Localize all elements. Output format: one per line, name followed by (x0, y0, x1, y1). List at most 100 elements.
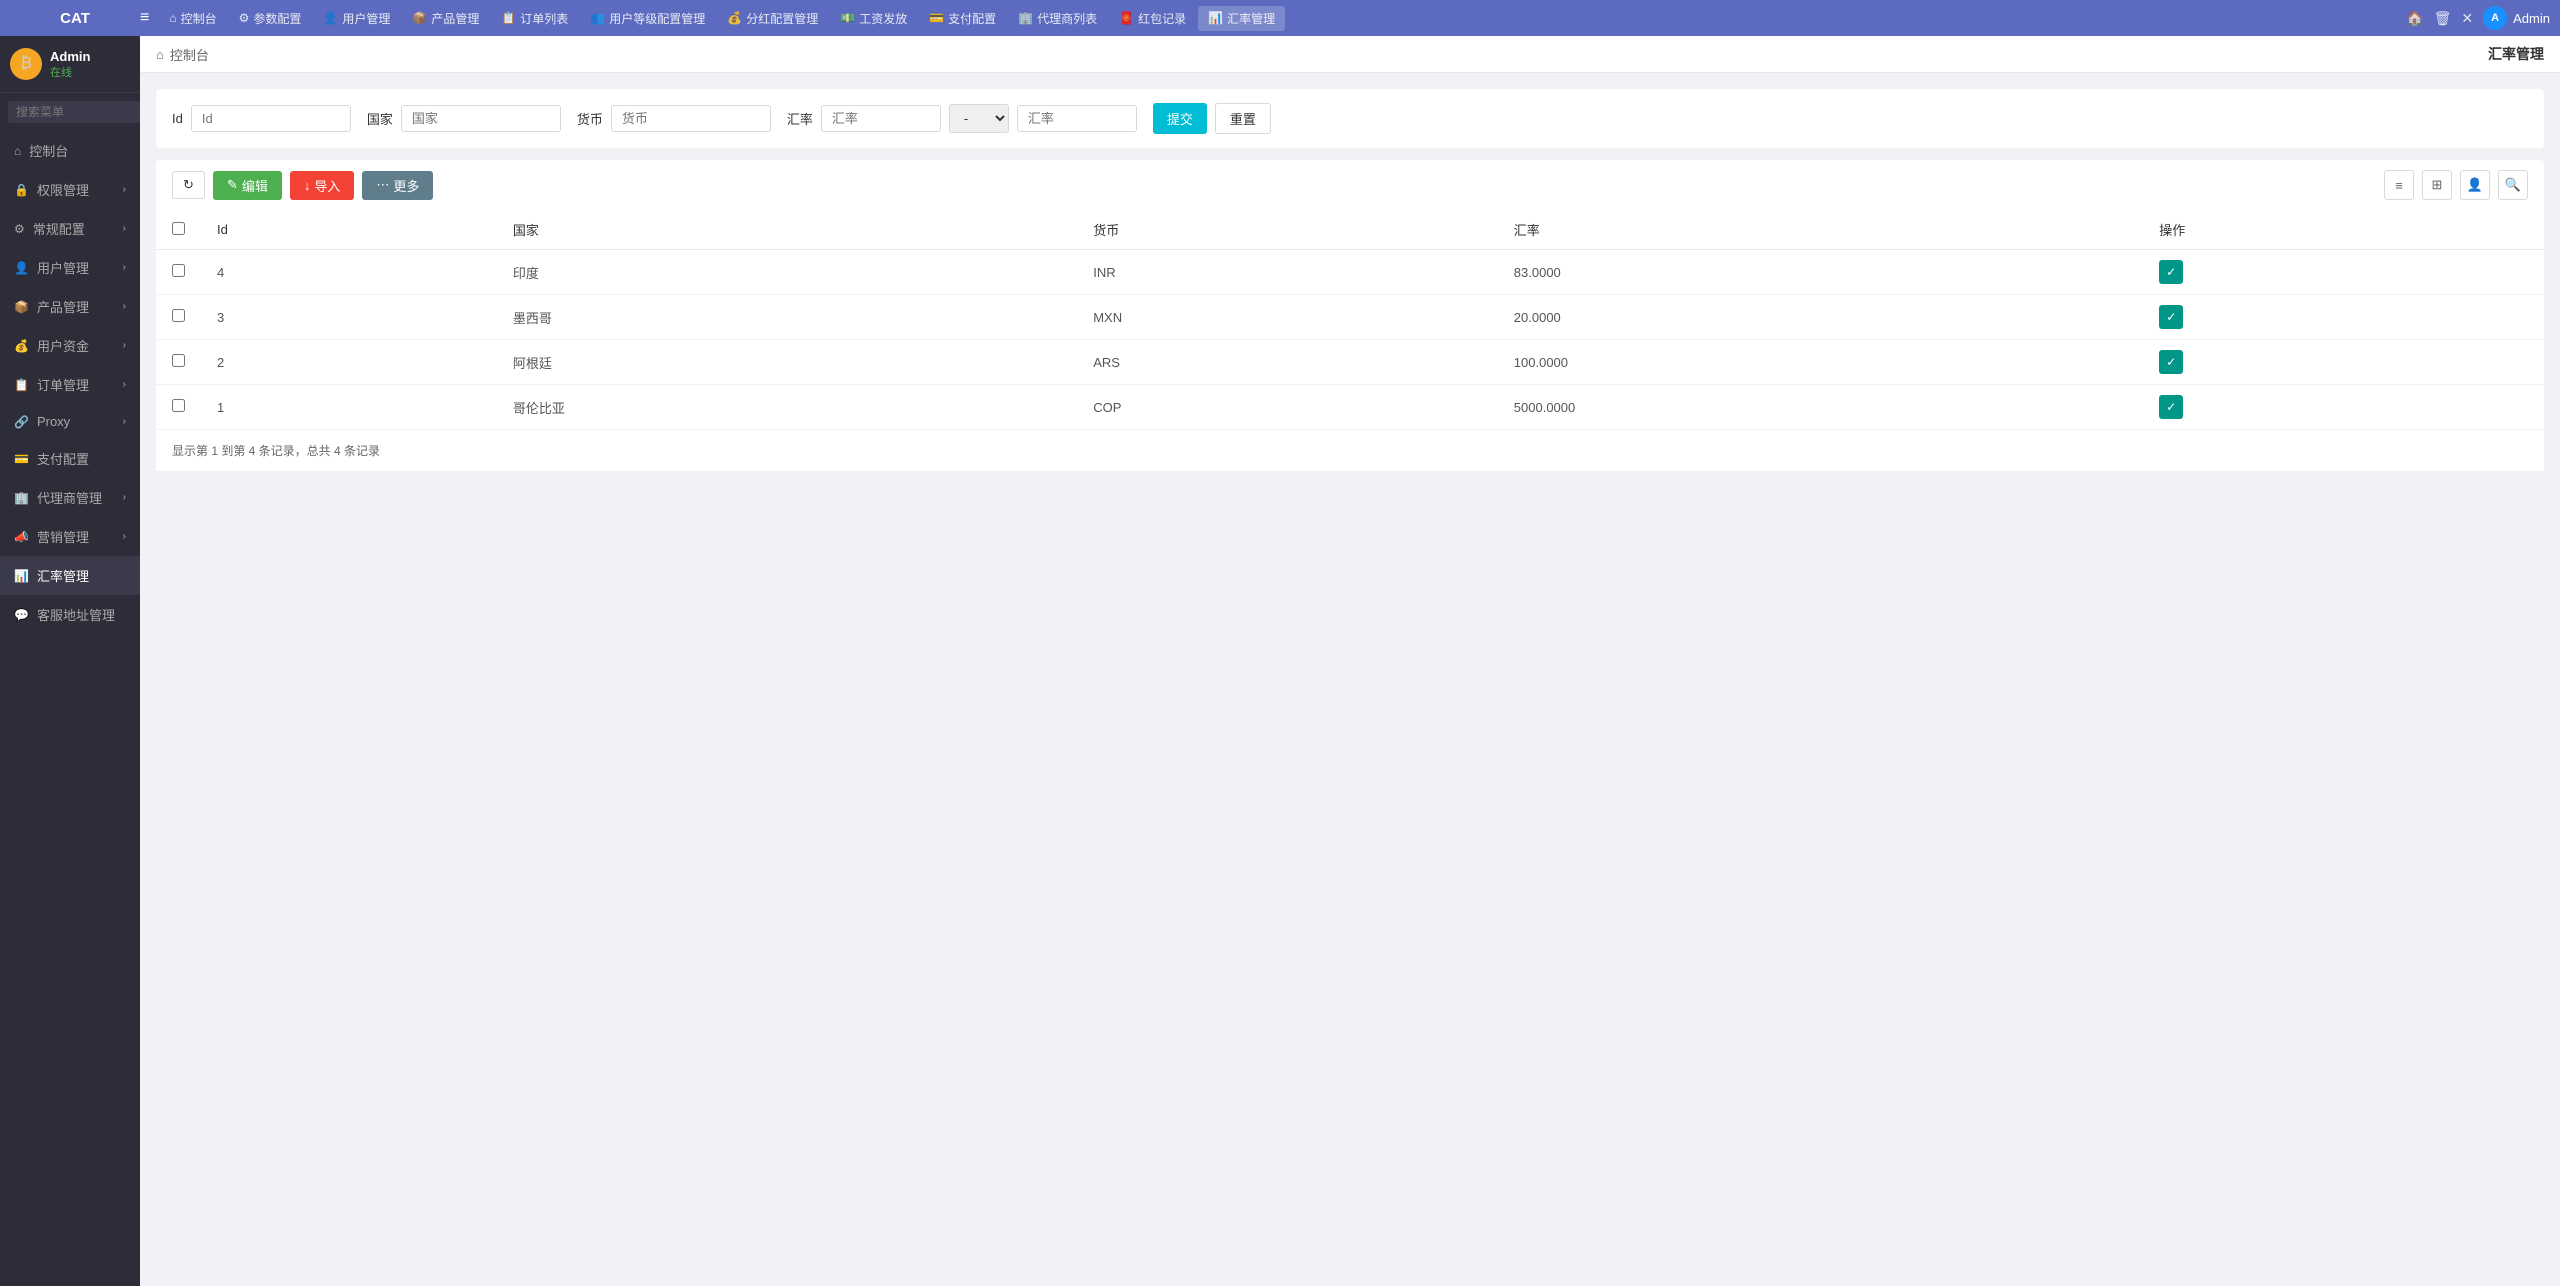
currency-input[interactable] (611, 105, 771, 132)
rate-operator-select[interactable]: - + = (949, 104, 1009, 133)
sidebar-user-info: Admin 在线 (50, 49, 90, 80)
reset-button[interactable]: 重置 (1215, 103, 1271, 134)
edit-icon: ✎ (227, 177, 238, 193)
more-button[interactable]: ⋯ 更多 (362, 171, 433, 200)
row-country: 墨西哥 (497, 295, 1077, 340)
filter-row: Id 国家 货币 汇率 - + = (156, 89, 2544, 148)
data-table: Id 国家 货币 汇率 操作 (156, 210, 2544, 429)
refresh-button[interactable]: ↻ (172, 171, 205, 199)
row-country: 阿根廷 (497, 340, 1077, 385)
app-brand: CAT (10, 10, 140, 27)
id-label: Id (172, 111, 183, 126)
row-edit-button[interactable]: ✓ (2159, 350, 2183, 374)
nav-item-redpacket[interactable]: 🧧 红包记录 (1109, 6, 1196, 31)
sidebar-item-customer-service[interactable]: 💬 客服地址管理 (0, 595, 140, 634)
nav-item-salary[interactable]: 💵 工资发放 (830, 6, 917, 31)
id-input[interactable] (191, 105, 351, 132)
search-input[interactable] (8, 101, 140, 123)
row-id: 4 (201, 250, 497, 295)
breadcrumb-bar: ⌂ 控制台 汇率管理 (140, 36, 2560, 73)
row-action: ✓ (2143, 295, 2544, 340)
nav-item-params[interactable]: ⚙ 参数配置 (229, 6, 312, 31)
chevron-right-icon: › (123, 340, 126, 351)
row-edit-button[interactable]: ✓ (2159, 260, 2183, 284)
submit-button[interactable]: 提交 (1153, 103, 1207, 134)
import-button[interactable]: ↓ 导入 (290, 171, 355, 200)
row-edit-button[interactable]: ✓ (2159, 305, 2183, 329)
dashboard-icon: ⌂ (14, 144, 21, 158)
order-icon: 📋 (14, 378, 29, 392)
filter-id: Id (172, 105, 351, 132)
sidebar-item-proxy[interactable]: 🔗 Proxy › (0, 404, 140, 439)
sidebar-item-agent-mgmt[interactable]: 🏢 代理商管理 › (0, 478, 140, 517)
nav-item-users[interactable]: 👤 用户管理 (313, 6, 400, 31)
nav-item-dividend[interactable]: 💰 分红配置管理 (717, 6, 828, 31)
sidebar-item-dashboard[interactable]: ⌂ 控制台 (0, 131, 140, 170)
sidebar-item-user-mgmt[interactable]: 👤 用户管理 › (0, 248, 140, 287)
admin-name: Admin (2513, 11, 2550, 26)
col-currency: 货币 (1077, 210, 1498, 250)
sidebar-item-exchange-rate[interactable]: 📊 汇率管理 (0, 556, 140, 595)
row-checkbox-col (156, 295, 201, 340)
row-checkbox[interactable] (172, 354, 185, 367)
product-icon: 📦 (14, 300, 29, 314)
rate-label: 汇率 (787, 109, 813, 128)
home-icon[interactable]: 🏠 (2406, 10, 2423, 27)
row-id: 1 (201, 385, 497, 430)
avatar: A (2483, 6, 2507, 30)
sidebar-item-user-funds[interactable]: 💰 用户资金 › (0, 326, 140, 365)
row-edit-button[interactable]: ✓ (2159, 395, 2183, 419)
row-checkbox[interactable] (172, 309, 185, 322)
col-country: 国家 (497, 210, 1077, 250)
select-all-checkbox[interactable] (172, 222, 185, 235)
permissions-icon: 🔒 (14, 183, 29, 197)
rate-input-end[interactable] (1017, 105, 1137, 132)
country-input[interactable] (401, 105, 561, 132)
chevron-right-icon: › (123, 223, 126, 234)
sidebar-item-marketing[interactable]: 📣 营销管理 › (0, 517, 140, 556)
col-id: Id (201, 210, 497, 250)
table-row: 2 阿根廷 ARS 100.0000 ✓ (156, 340, 2544, 385)
chevron-right-icon: › (123, 492, 126, 503)
sidebar-item-product-mgmt[interactable]: 📦 产品管理 › (0, 287, 140, 326)
payment-icon: 💳 (14, 452, 29, 466)
table-row: 3 墨西哥 MXN 20.0000 ✓ (156, 295, 2544, 340)
nav-toggle-icon[interactable]: ≡ (140, 9, 149, 27)
row-rate: 5000.0000 (1498, 385, 2143, 430)
table-container: Id 国家 货币 汇率 操作 (156, 210, 2544, 429)
proxy-icon: 🔗 (14, 415, 29, 429)
grid-view-button[interactable]: ⊞ (2422, 170, 2452, 200)
nav-item-level-config[interactable]: 👥 用户等级配置管理 (580, 6, 715, 31)
sidebar-status: 在线 (50, 64, 90, 80)
row-checkbox[interactable] (172, 264, 185, 277)
table-search-button[interactable]: 🔍 (2498, 170, 2528, 200)
list-view-button[interactable]: ≡ (2384, 170, 2414, 200)
edit-button[interactable]: ✎ 编辑 (213, 171, 282, 200)
nav-item-dashboard[interactable]: ⌂ 控制台 (159, 6, 226, 31)
rate-input[interactable] (821, 105, 941, 132)
sidebar-item-general-config[interactable]: ⚙ 常规配置 › (0, 209, 140, 248)
row-checkbox[interactable] (172, 399, 185, 412)
page-content: Id 国家 货币 汇率 - + = (140, 73, 2560, 1286)
delete-icon[interactable]: 🗑 (2434, 10, 2452, 27)
row-currency: COP (1077, 385, 1498, 430)
select-all-col (156, 210, 201, 250)
sidebar-item-permissions[interactable]: 🔒 权限管理 › (0, 170, 140, 209)
nav-item-orders[interactable]: 📋 订单列表 (491, 6, 578, 31)
config-icon: ⚙ (14, 222, 25, 236)
nav-item-agents[interactable]: 🏢 代理商列表 (1008, 6, 1107, 31)
sidebar-item-order-mgmt[interactable]: 📋 订单管理 › (0, 365, 140, 404)
exchange-icon: 📊 (14, 569, 29, 583)
refresh-icon: ↻ (183, 177, 194, 193)
row-rate: 20.0000 (1498, 295, 2143, 340)
close-icon[interactable]: ✕ (2461, 10, 2473, 27)
user-view-button[interactable]: 👤 (2460, 170, 2490, 200)
nav-item-payment[interactable]: 💳 支付配置 (919, 6, 1006, 31)
country-label: 国家 (367, 109, 393, 128)
nav-item-products[interactable]: 📦 产品管理 (402, 6, 489, 31)
breadcrumb: ⌂ 控制台 (156, 45, 209, 64)
table-header: Id 国家 货币 汇率 操作 (156, 210, 2544, 250)
sidebar-item-payment-config[interactable]: 💳 支付配置 (0, 439, 140, 478)
row-currency: INR (1077, 250, 1498, 295)
nav-item-exchange[interactable]: 📊 汇率管理 (1198, 6, 1285, 31)
